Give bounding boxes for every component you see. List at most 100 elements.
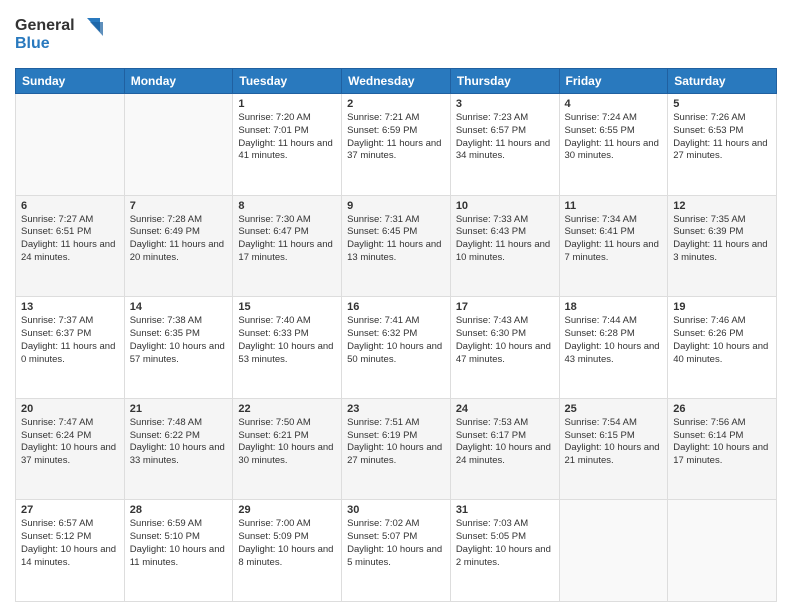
daylight-text: Daylight: 10 hours and 5 minutes. [347, 544, 442, 568]
sunrise-text: Sunrise: 6:57 AM [21, 518, 93, 529]
cell-content: Sunrise: 7:47 AM Sunset: 6:24 PMDaylight:… [21, 417, 119, 468]
day-number: 16 [347, 301, 445, 313]
calendar-cell: 27Sunrise: 6:57 AMSunset: 5:12 PMDayligh… [16, 500, 125, 602]
sunset-text: Sunset: 6:33 PM [238, 328, 308, 339]
day-number: 15 [238, 301, 336, 313]
daylight-text: Daylight: 11 hours and 3 minutes. [673, 239, 767, 263]
sunrise-text: Sunrise: 7:02 AM [347, 518, 419, 529]
calendar-cell: 31Sunrise: 7:03 AMSunset: 5:05 PMDayligh… [450, 500, 559, 602]
sunset-text: Sunset: 5:09 PM [238, 531, 308, 542]
day-number: 14 [130, 301, 228, 313]
cell-content: Sunrise: 7:41 AMSunset: 6:32 PMDaylight:… [347, 315, 445, 366]
weekday-header-saturday: Saturday [668, 69, 777, 94]
daylight-text: Daylight: 10 hours and 50 minutes. [347, 341, 442, 365]
sunset-text: Sunset: 6:37 PM [21, 328, 91, 339]
sunset-text: Sunset: 6:22 PM [130, 430, 200, 441]
daylight-text: Daylight: 10 hours and 53 minutes. [238, 341, 333, 365]
calendar-cell: 9 Sunrise: 7:31 AMSunset: 6:45 PMDaylight… [342, 195, 451, 297]
day-number: 26 [673, 403, 771, 415]
sunrise-text: Sunrise: 7:21 AM [347, 112, 419, 123]
day-number: 9 [347, 200, 445, 212]
cell-content: Sunrise: 7:37 AMSunset: 6:37 PMDaylight:… [21, 315, 119, 366]
daylight-text: Daylight: 10 hours and 37 minutes. [21, 442, 116, 466]
sunrise-text: Sunrise: 7:53 AM [456, 417, 528, 428]
daylight-text: Daylight: 11 hours and 20 minutes. [130, 239, 224, 263]
sunset-text: Sunset: 6:43 PM [456, 226, 526, 237]
calendar-cell: 19Sunrise: 7:46 AMSunset: 6:26 PMDayligh… [668, 297, 777, 399]
calendar-cell: 18Sunrise: 7:44 AMSunset: 6:28 PMDayligh… [559, 297, 668, 399]
sunset-text: Sunset: 6:15 PM [565, 430, 635, 441]
cell-content: Sunrise: 7:44 AMSunset: 6:28 PMDaylight:… [565, 315, 663, 366]
day-number: 11 [565, 200, 663, 212]
cell-content: Sunrise: 7:03 AMSunset: 5:05 PMDaylight:… [456, 518, 554, 569]
cell-content: Sunrise: 7:33 AMSunset: 6:43 PMDaylight:… [456, 214, 554, 265]
cell-content: Sunrise: 7:23 AMSunset: 6:57 PMDaylight:… [456, 112, 554, 163]
daylight-text: Daylight: 10 hours and 33 minutes. [130, 442, 225, 466]
day-number: 30 [347, 504, 445, 516]
cell-content: Sunrise: 7:24 AMSunset: 6:55 PMDaylight:… [565, 112, 663, 163]
day-number: 24 [456, 403, 554, 415]
sunrise-text: Sunrise: 7:40 AM [238, 315, 310, 326]
page: General Blue SundayMondayTuesdayWednesda… [0, 0, 792, 612]
day-number: 13 [21, 301, 119, 313]
calendar-cell: 12Sunrise: 7:35 AMSunset: 6:39 PMDayligh… [668, 195, 777, 297]
weekday-header-monday: Monday [124, 69, 233, 94]
day-number: 3 [456, 98, 554, 110]
sunrise-text: Sunrise: 7:33 AM [456, 214, 528, 225]
calendar-cell: 14Sunrise: 7:38 AMSunset: 6:35 PMDayligh… [124, 297, 233, 399]
calendar-cell: 28Sunrise: 6:59 AMSunset: 5:10 PMDayligh… [124, 500, 233, 602]
cell-content: Sunrise: 7:34 AMSunset: 6:41 PMDaylight:… [565, 214, 663, 265]
day-number: 5 [673, 98, 771, 110]
daylight-text: Daylight: 11 hours and 41 minutes. [238, 138, 332, 162]
cell-content: Sunrise: 7:40 AM Sunset: 6:33 PM Daylight:… [238, 315, 336, 366]
day-number: 7 [130, 200, 228, 212]
calendar-cell: 30 Sunrise: 7:02 AMSunset: 5:07 PMDayligh… [342, 500, 451, 602]
sunrise-text: Sunrise: 7:47 AM [21, 417, 93, 428]
cell-content: Sunrise: 7:54 AMSunset: 6:15 PMDaylight:… [565, 417, 663, 468]
sunrise-text: Sunrise: 7:54 AM [565, 417, 637, 428]
cell-content: Sunrise: 7:20 AMSunset: 7:01 PMDaylight:… [238, 112, 336, 163]
sunrise-text: Sunrise: 7:31 AM [347, 214, 419, 225]
sunset-text: Sunset: 6:39 PM [673, 226, 743, 237]
cell-content: Sunrise: 7:31 AMSunset: 6:45 PMDaylight:… [347, 214, 445, 265]
sunset-text: Sunset: 6:57 PM [456, 125, 526, 136]
daylight-text: Daylight: 10 hours and 57 minutes. [130, 341, 225, 365]
cell-content: Sunrise: 7:43 AMSunset: 6:30 PMDaylight:… [456, 315, 554, 366]
cell-content: Sunrise: 7:02 AMSunset: 5:07 PMDaylight:… [347, 518, 445, 569]
sunset-text: Sunset: 6:17 PM [456, 430, 526, 441]
sunrise-text: Sunrise: 7:37 AM [21, 315, 93, 326]
cell-content: Sunrise: 7:50 AMSunset: 6:21 PMDaylight:… [238, 417, 336, 468]
daylight-text: Daylight: 10 hours and 11 minutes. [130, 544, 225, 568]
day-number: 21 [130, 403, 228, 415]
sunrise-text: Sunrise: 7:43 AM [456, 315, 528, 326]
sunrise-text: Sunrise: 7:28 AM [130, 214, 202, 225]
sunrise-text: Sunrise: 7:56 AM [673, 417, 745, 428]
calendar-cell: 29Sunrise: 7:00 AMSunset: 5:09 PMDayligh… [233, 500, 342, 602]
sunset-text: Sunset: 6:41 PM [565, 226, 635, 237]
calendar-cell: 16 Sunrise: 7:41 AMSunset: 6:32 PMDayligh… [342, 297, 451, 399]
day-number: 17 [456, 301, 554, 313]
calendar-cell: 15 Sunrise: 7:40 AM Sunset: 6:33 PM Dayligh… [233, 297, 342, 399]
daylight-text: Daylight: 11 hours and 17 minutes. [238, 239, 332, 263]
sunrise-text: Sunrise: 7:30 AM [238, 214, 310, 225]
sunrise-text: Sunrise: 6:59 AM [130, 518, 202, 529]
weekday-header-tuesday: Tuesday [233, 69, 342, 94]
header: General Blue [15, 10, 777, 60]
day-number: 19 [673, 301, 771, 313]
sunrise-text: Sunrise: 7:03 AM [456, 518, 528, 529]
sunset-text: Sunset: 6:24 PM [21, 430, 91, 441]
calendar-cell: 26Sunrise: 7:56 AMSunset: 6:14 PMDayligh… [668, 398, 777, 500]
sunset-text: Sunset: 6:49 PM [130, 226, 200, 237]
sunrise-text: Sunrise: 7:26 AM [673, 112, 745, 123]
daylight-text: Daylight: 11 hours and 7 minutes. [565, 239, 659, 263]
day-number: 22 [238, 403, 336, 415]
daylight-text: Daylight: 11 hours and 27 minutes. [673, 138, 767, 162]
sunrise-text: Sunrise: 7:46 AM [673, 315, 745, 326]
svg-text:General: General [15, 17, 75, 34]
daylight-text: Daylight: 10 hours and 27 minutes. [347, 442, 442, 466]
day-number: 25 [565, 403, 663, 415]
calendar-cell: 5Sunrise: 7:26 AMSunset: 6:53 PMDaylight… [668, 94, 777, 196]
calendar-cell: 7 Sunrise: 7:28 AMSunset: 6:49 PM Daylight… [124, 195, 233, 297]
calendar-cell: 6Sunrise: 7:27 AMSunset: 6:51 PMDaylight… [16, 195, 125, 297]
sunset-text: Sunset: 6:19 PM [347, 430, 417, 441]
